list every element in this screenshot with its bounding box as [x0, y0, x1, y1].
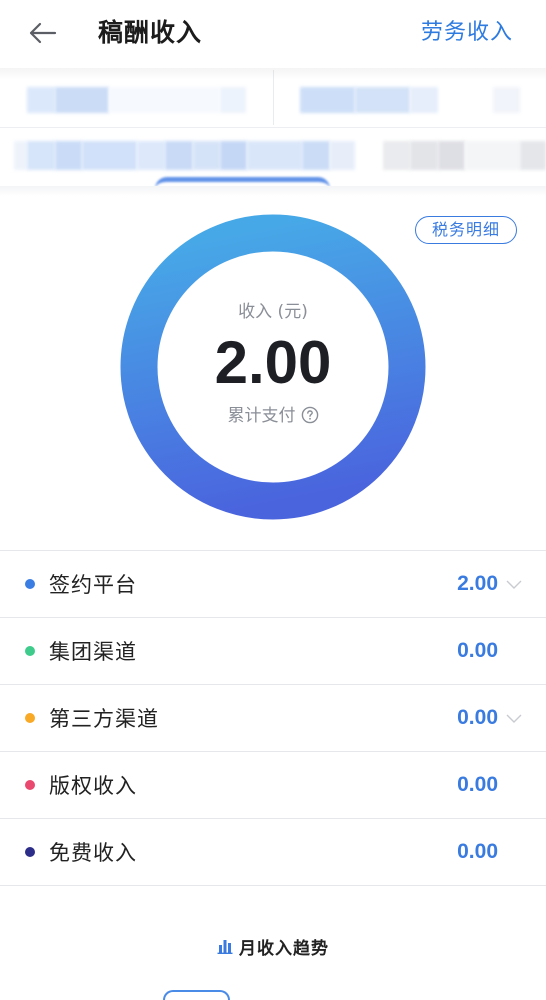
blurred-block: [155, 177, 330, 186]
chevron-down-icon[interactable]: [506, 714, 522, 723]
blurred-block: [220, 141, 247, 170]
divider: [0, 127, 546, 128]
breakdown-label: 签约平台: [49, 573, 137, 597]
income-breakdown-list: 签约平台 2.00 集团渠道 0.00 第三方渠道 0.00 版权收入 0.00…: [0, 550, 546, 886]
breakdown-value: 0.00: [457, 639, 498, 662]
blurred-block: [302, 141, 330, 170]
legend-dot: [25, 646, 35, 656]
question-circle-icon[interactable]: [301, 406, 319, 424]
breakdown-label: 第三方渠道: [49, 707, 159, 731]
breakdown-label: 集团渠道: [49, 640, 137, 664]
tax-detail-button[interactable]: 税务明细: [415, 216, 517, 244]
blurred-block: [14, 141, 27, 170]
blurred-block: [438, 141, 465, 170]
bar-chart-icon: [217, 940, 233, 954]
blurred-block: [300, 87, 355, 113]
blurred-block: [355, 87, 410, 113]
breakdown-value: 0.00: [457, 706, 498, 729]
legend-dot: [25, 780, 35, 790]
blurred-block: [383, 141, 410, 170]
breakdown-row-copyright-income: 版权收入 0.00: [0, 752, 546, 819]
top-bar: 稿酬收入 劳务收入: [0, 0, 546, 68]
breakdown-row-group-channel: 集团渠道 0.00: [0, 618, 546, 685]
breakdown-row-free-income: 免费收入 0.00: [0, 819, 546, 886]
arrow-left-icon[interactable]: [27, 21, 57, 45]
legend-dot: [25, 847, 35, 857]
legend-dot: [25, 579, 35, 589]
blurred-block: [109, 87, 219, 113]
income-label: 收入 (元): [238, 302, 308, 322]
blurred-block: [465, 141, 520, 170]
breakdown-label: 免费收入: [49, 841, 137, 865]
page-title: 稿酬收入: [98, 18, 203, 47]
monthly-trend-header: 月收入趋势: [0, 934, 546, 959]
blurred-block: [247, 141, 302, 170]
trend-range-pill[interactable]: [163, 990, 230, 1000]
breakdown-value: 2.00: [457, 572, 498, 595]
blurred-block: [520, 141, 546, 170]
blurred-block: [137, 141, 165, 170]
blurred-block: [55, 87, 109, 113]
top-bar-shadow: [0, 68, 546, 80]
breakdown-label: 版权收入: [49, 774, 137, 798]
blurred-block: [27, 87, 55, 113]
blurred-block: [193, 141, 220, 170]
blurred-block: [493, 87, 520, 113]
blurred-block: [410, 141, 438, 170]
labor-income-link[interactable]: 劳务收入: [421, 14, 513, 52]
blurred-block: [330, 141, 355, 170]
breakdown-row-signed-platform[interactable]: 签约平台 2.00: [0, 551, 546, 618]
section-separator: [0, 186, 546, 196]
breakdown-value: 0.00: [457, 773, 498, 796]
blurred-block: [82, 141, 137, 170]
cumulative-paid-row: 累计支付: [153, 404, 393, 428]
total-income-value: 2.00: [214, 329, 332, 396]
blurred-block: [410, 87, 438, 113]
cumulative-paid-label: 累计支付: [227, 406, 296, 426]
breakdown-value: 0.00: [457, 840, 498, 863]
chevron-down-icon[interactable]: [506, 580, 522, 589]
blurred-account-area: [0, 68, 546, 186]
monthly-trend-title: 月收入趋势: [239, 938, 329, 959]
blurred-block: [165, 141, 193, 170]
blurred-block: [220, 87, 246, 113]
blurred-block: [27, 141, 55, 170]
blurred-block: [55, 141, 82, 170]
breakdown-row-third-party-channel[interactable]: 第三方渠道 0.00: [0, 685, 546, 752]
legend-dot: [25, 713, 35, 723]
